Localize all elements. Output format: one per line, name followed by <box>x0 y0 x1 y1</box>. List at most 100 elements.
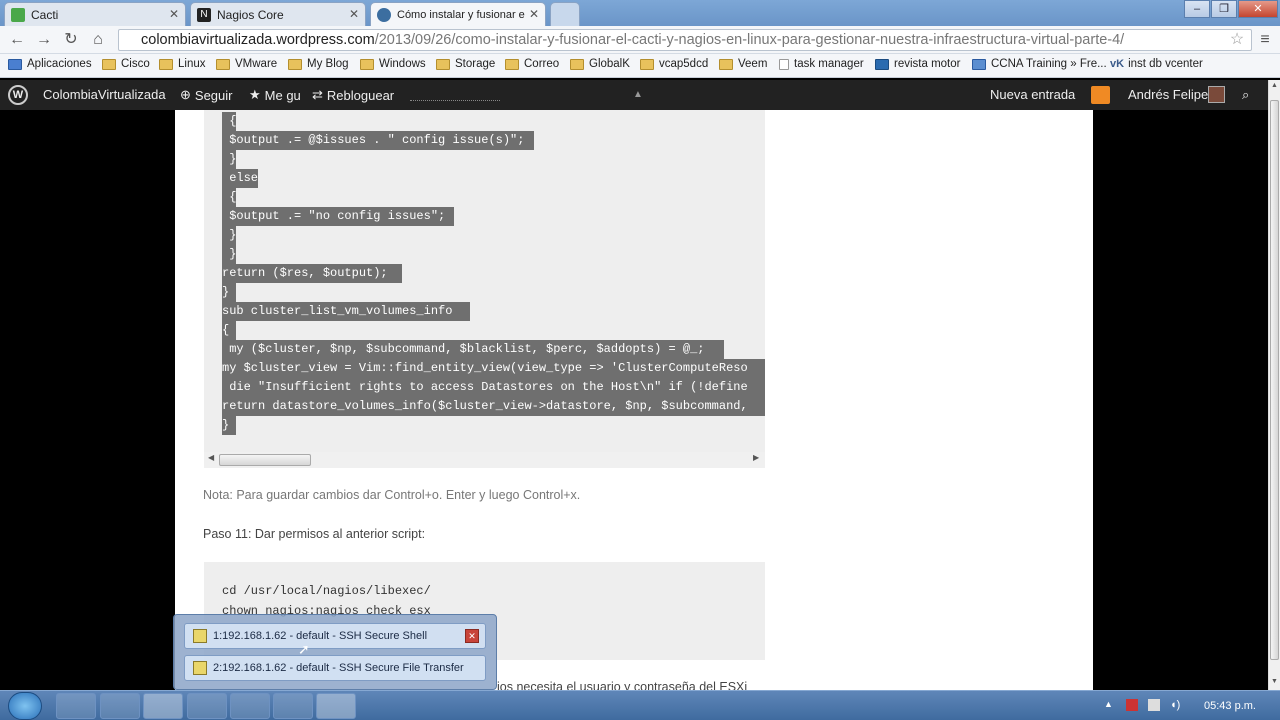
avatar <box>1208 86 1225 103</box>
follow-label: Seguir <box>194 87 233 103</box>
bookmark-page[interactable]: task manager <box>779 58 864 70</box>
back-icon[interactable]: ← <box>6 29 28 51</box>
bookmark-folder[interactable]: VMware <box>216 58 277 70</box>
code-line: { <box>222 112 236 131</box>
restore-button[interactable]: ❐ <box>1211 0 1237 18</box>
bookmark-page[interactable]: revista motor <box>875 58 960 70</box>
code-block[interactable]: { $output .= @$issues . " config issue(s… <box>204 110 765 452</box>
bookmark-label: Storage <box>455 58 496 70</box>
bookmark-folder[interactable]: Cisco <box>102 58 150 70</box>
reblog-label: Rebloguear <box>326 87 395 103</box>
firefox-taskbar-icon[interactable] <box>100 693 140 719</box>
user-menu[interactable]: Andrés Felipe <box>1128 86 1225 103</box>
note-paragraph: Nota: Para guardar cambios dar Control+o… <box>203 488 581 502</box>
tab-title: Cacti <box>31 7 59 22</box>
close-window-button[interactable]: ✕ <box>1238 0 1278 18</box>
bookmark-folder[interactable]: Correo <box>505 58 559 70</box>
code-line: return datastore_volumes_info($cluster_v… <box>222 397 765 416</box>
notifications-icon[interactable] <box>1091 86 1110 104</box>
ssh-taskbar-icon[interactable] <box>316 693 356 719</box>
new-post-label: Nueva entrada <box>990 87 1076 102</box>
sftp-icon <box>193 661 207 675</box>
bookmark-folder[interactable]: GlobalK <box>570 58 630 70</box>
bookmark-star-icon[interactable]: ☆ <box>1226 29 1248 51</box>
reblog-button[interactable]: ⇄ Rebloguear <box>312 87 394 103</box>
folder-icon <box>288 58 302 70</box>
menu-icon[interactable]: ≡ <box>1254 29 1276 51</box>
apps-icon <box>8 58 22 70</box>
reblog-icon: ⇄ <box>312 87 323 102</box>
explorer-taskbar-icon[interactable] <box>56 693 96 719</box>
new-post-link[interactable]: Nueva entrada <box>990 87 1075 102</box>
scroll-up-icon[interactable]: ▲ <box>1271 82 1278 89</box>
tab-cacti[interactable]: Cacti ✕ <box>4 2 186 26</box>
code-line: die "Insufficient rights to access Datas… <box>222 378 765 397</box>
site-icon <box>972 58 986 70</box>
follow-button[interactable]: ⊕ Seguir <box>180 87 232 103</box>
bookmark-folder[interactable]: Veem <box>719 58 767 70</box>
browser-title-bar: Cacti ✕ N Nagios Core ✕ Cómo instalar y … <box>0 0 1280 26</box>
forward-icon[interactable]: → <box>33 29 55 51</box>
vertical-scrollbar[interactable]: ▲ ▼ <box>1268 80 1280 690</box>
search-icon[interactable]: ⌕ <box>1242 87 1249 103</box>
window-item-ssh-shell[interactable]: 1:192.168.1.62 - default - SSH Secure Sh… <box>184 623 486 649</box>
cacti-icon <box>11 7 25 22</box>
home-icon[interactable]: ⌂ <box>87 29 109 51</box>
code-line: } <box>222 226 236 245</box>
action-center-icon[interactable] <box>1126 699 1138 711</box>
code-line: } <box>222 416 236 435</box>
wordpress-logo-icon[interactable]: W <box>8 85 28 105</box>
close-icon[interactable]: ✕ <box>349 7 359 21</box>
bookmark-label: GlobalK <box>589 58 630 70</box>
nagios-icon: N <box>197 7 211 22</box>
new-tab-button[interactable] <box>550 2 580 26</box>
start-button[interactable] <box>8 692 42 720</box>
horizontal-scrollbar[interactable]: ◀ ▶ <box>204 452 765 468</box>
ssh-icon <box>193 629 207 643</box>
page-icon <box>779 58 789 70</box>
tab-title: Nagios Core <box>217 7 284 22</box>
tab-nagios[interactable]: N Nagios Core ✕ <box>190 2 366 26</box>
scroll-left-icon[interactable]: ◀ <box>208 453 214 462</box>
remote-desktop-taskbar-icon[interactable] <box>230 693 270 719</box>
bookmark-folder[interactable]: Linux <box>159 58 206 70</box>
scrollbar-thumb[interactable] <box>219 454 311 466</box>
browser-toolbar: ← → ↻ ⌂ colombiavirtualizada.wordpress.c… <box>0 26 1280 54</box>
folder-icon <box>102 58 116 70</box>
folder-icon <box>640 58 654 70</box>
bookmark-folder[interactable]: Storage <box>436 58 495 70</box>
address-bar[interactable]: colombiavirtualizada.wordpress.com/2013/… <box>118 29 1252 51</box>
volume-icon[interactable]: ◖) <box>1170 699 1180 711</box>
close-icon[interactable]: ✕ <box>465 629 479 643</box>
ie-taskbar-icon[interactable] <box>187 693 227 719</box>
scrollbar-thumb[interactable] <box>1270 100 1279 660</box>
folder-icon <box>159 58 173 70</box>
collapse-icon[interactable]: ▲ <box>633 89 643 100</box>
reload-icon[interactable]: ↻ <box>60 29 82 51</box>
bookmark-folder[interactable]: Windows <box>360 58 426 70</box>
show-hidden-icons[interactable]: ▲ <box>1104 699 1113 709</box>
bookmark-label: Windows <box>379 58 426 70</box>
bookmark-folder[interactable]: vcap5dcd <box>640 58 708 70</box>
system-clock[interactable]: 05:43 p.m. <box>1204 700 1256 712</box>
window-taskbar-icon[interactable] <box>273 693 313 719</box>
minimize-button[interactable]: – <box>1184 0 1210 18</box>
bookmark-apps[interactable]: Aplicaciones <box>8 58 92 70</box>
chrome-taskbar-icon[interactable] <box>143 693 183 719</box>
bookmark-page[interactable]: CCNA Training » Fre... <box>972 58 1107 70</box>
folder-icon <box>216 58 230 70</box>
network-icon[interactable] <box>1148 699 1160 711</box>
site-name-link[interactable]: ColombiaVirtualizada <box>43 87 166 102</box>
code-line: $output .= "no config issues"; <box>222 207 454 226</box>
close-icon[interactable]: ✕ <box>529 7 539 21</box>
like-button[interactable]: ★ Me gu <box>249 87 301 103</box>
close-icon[interactable]: ✕ <box>169 7 179 21</box>
wordpress-icon <box>377 7 391 22</box>
scroll-right-icon[interactable]: ▶ <box>753 453 759 462</box>
window-item-ssh-ftp[interactable]: 2:192.168.1.62 - default - SSH Secure Fi… <box>184 655 486 681</box>
address-domain: colombiavirtualizada.wordpress.com <box>141 32 375 48</box>
tab-wordpress-post[interactable]: Cómo instalar y fusionar e ✕ <box>370 2 546 26</box>
scroll-down-icon[interactable]: ▼ <box>1271 678 1278 685</box>
bookmark-folder[interactable]: My Blog <box>288 58 349 70</box>
bookmark-page[interactable]: vK inst db vcenter <box>1110 58 1203 70</box>
